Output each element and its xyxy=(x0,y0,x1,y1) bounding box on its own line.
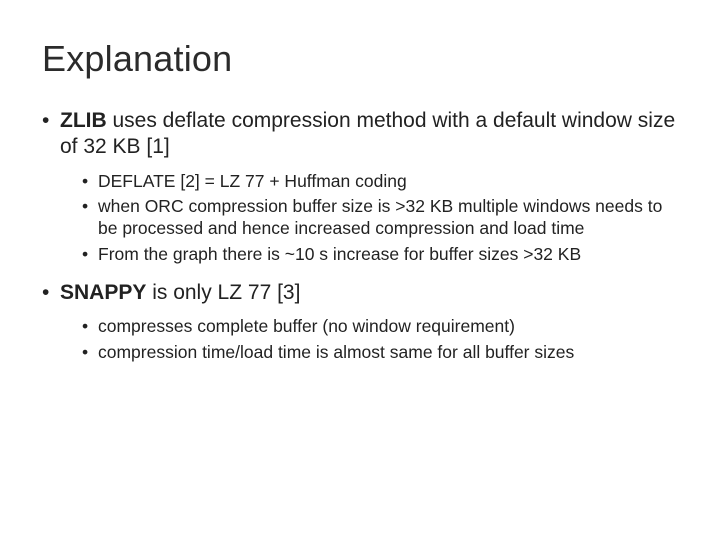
sub-item: compresses complete buffer (no window re… xyxy=(82,316,678,338)
sub-list-zlib: DEFLATE [2] = LZ 77 + Huffman coding whe… xyxy=(60,171,678,267)
slide-title: Explanation xyxy=(42,38,678,80)
sub-item: DEFLATE [2] = LZ 77 + Huffman coding xyxy=(82,171,678,193)
bullet-snappy: SNAPPY is only LZ 77 [3] compresses comp… xyxy=(42,280,678,364)
sub-item: From the graph there is ~10 s increase f… xyxy=(82,244,678,266)
sub-list-snappy: compresses complete buffer (no window re… xyxy=(60,316,678,364)
sub-item: when ORC compression buffer size is >32 … xyxy=(82,196,678,240)
bullet-text: is only LZ 77 [3] xyxy=(146,281,300,304)
bullet-list: ZLIB uses deflate compression method wit… xyxy=(42,108,678,364)
bullet-zlib: ZLIB uses deflate compression method wit… xyxy=(42,108,678,266)
slide: Explanation ZLIB uses deflate compressio… xyxy=(0,0,720,540)
bullet-text: uses deflate compression method with a d… xyxy=(60,109,675,158)
bullet-strong: ZLIB xyxy=(60,109,107,132)
bullet-strong: SNAPPY xyxy=(60,281,146,304)
sub-item: compression time/load time is almost sam… xyxy=(82,342,678,364)
